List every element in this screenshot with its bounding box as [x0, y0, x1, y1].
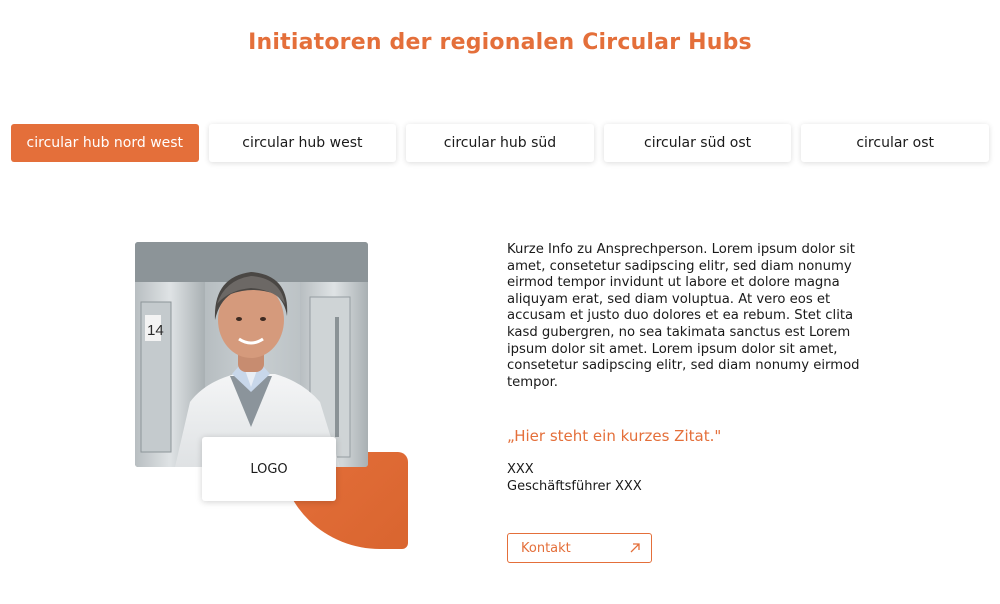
logo-label: LOGO	[250, 461, 288, 477]
person-name: XXX	[507, 462, 534, 477]
svg-text:14: 14	[147, 322, 164, 339]
quote: „Hier steht ein kurzes Zitat."	[507, 427, 722, 445]
contact-person-info: Kurze Info zu Ansprechperson. Lorem ipsu…	[507, 242, 860, 390]
page-title: Initiatoren der regionalen Circular Hubs	[248, 30, 752, 55]
tab-circular-hub-sued[interactable]: circular hub süd	[406, 124, 594, 162]
contact-button-label: Kontakt	[521, 540, 571, 556]
person-role: Geschäftsführer XXX	[507, 479, 642, 494]
company-logo-card: LOGO	[202, 437, 336, 501]
contact-person-photo: 14	[135, 242, 368, 467]
tab-circular-ost[interactable]: circular ost	[801, 124, 989, 162]
tab-circular-hub-west[interactable]: circular hub west	[208, 124, 397, 162]
tab-circular-sued-ost[interactable]: circular süd ost	[603, 124, 792, 162]
tab-circular-hub-nord-west[interactable]: circular hub nord west	[11, 124, 199, 162]
hub-tabs: circular hub nord west circular hub west…	[11, 124, 989, 162]
arrow-up-right-icon	[629, 542, 641, 554]
person-photo-icon: 14	[135, 242, 368, 467]
contact-button[interactable]: Kontakt	[507, 533, 652, 563]
